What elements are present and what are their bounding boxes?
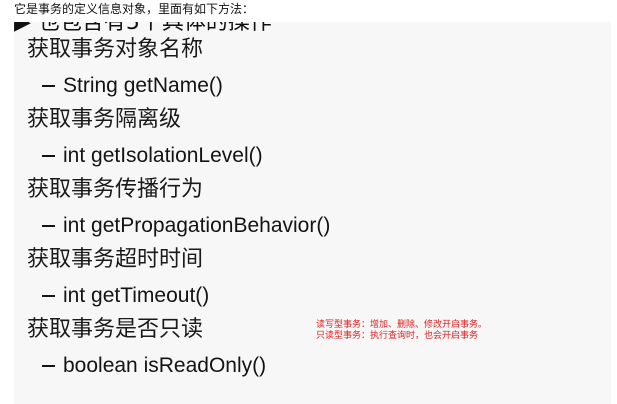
- clipped-slide-heading: ▶ 也包含有5个具体的操作: [14, 22, 272, 35]
- heading-timeout: 获取事务超时时间: [27, 247, 204, 272]
- heading-propagation-behavior: 获取事务传播行为: [27, 177, 204, 202]
- method-get-name: String getName(): [42, 72, 223, 100]
- method-text: String getName(): [63, 74, 223, 97]
- method-propagation-behavior: int getPropagationBehavior(): [42, 212, 330, 240]
- heading-read-only: 获取事务是否只读: [27, 317, 204, 342]
- method-text: boolean isReadOnly(): [63, 354, 267, 377]
- caption-text: 它是事务的定义信息对象，里面有如下方法：: [0, 0, 617, 22]
- method-text: int getIsolationLevel(): [63, 144, 263, 167]
- method-text: int getTimeout(): [63, 284, 210, 307]
- dash-bullet: [42, 295, 55, 297]
- dash-bullet: [42, 225, 55, 227]
- method-read-only: boolean isReadOnly(): [42, 352, 266, 380]
- heading-get-name: 获取事务对象名称: [27, 37, 204, 62]
- dash-bullet: [42, 155, 55, 157]
- note-line-read-only: 只读型事务：执行查询时，也会开启事务: [316, 331, 479, 341]
- method-timeout: int getTimeout(): [42, 282, 209, 310]
- method-isolation-level: int getIsolationLevel(): [42, 142, 263, 170]
- red-annotation-note: 读写型事务：增加、删除、修改开启事务。 只读型事务：执行查询时，也会开启事务: [316, 320, 487, 342]
- method-text: int getPropagationBehavior(): [63, 214, 331, 237]
- dash-bullet: [42, 85, 55, 87]
- slide: ▶ 也包含有5个具体的操作 获取事务对象名称 String getName() …: [14, 22, 611, 404]
- dash-bullet: [42, 365, 55, 367]
- note-line-read-write: 读写型事务：增加、删除、修改开启事务。: [316, 320, 488, 330]
- page: 它是事务的定义信息对象，里面有如下方法： ▶ 也包含有5个具体的操作 获取事务对…: [0, 0, 617, 404]
- heading-isolation-level: 获取事务隔离级: [27, 107, 182, 132]
